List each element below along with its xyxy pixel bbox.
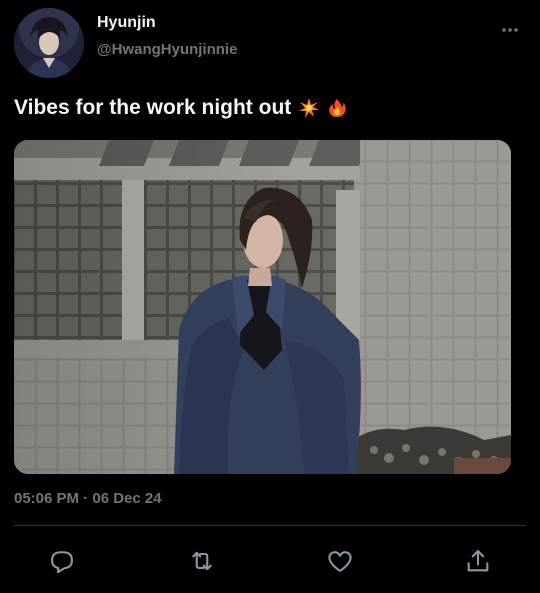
divider [14, 525, 526, 526]
more-options-icon[interactable] [500, 22, 520, 38]
author-display-name[interactable]: Hyunjin [97, 14, 156, 32]
avatar-image [14, 8, 84, 78]
tweet-photo[interactable] [14, 140, 511, 474]
tweet-timestamp[interactable]: 05:06 PM · 06 Dec 24 [14, 490, 162, 507]
reply-icon[interactable] [48, 547, 76, 575]
tweet-text-content: Vibes for the work night out [14, 96, 292, 119]
share-icon[interactable] [464, 547, 492, 575]
like-icon[interactable] [326, 547, 354, 575]
photo-image [14, 140, 511, 474]
author-handle[interactable]: @HwangHyunjinnie [97, 41, 237, 58]
fire-icon [327, 98, 347, 118]
avatar[interactable] [14, 8, 84, 78]
sparkle-explosion-icon [299, 98, 320, 118]
tweet-text: Vibes for the work night out [14, 96, 347, 120]
retweet-icon[interactable] [188, 547, 216, 575]
tweet-detail: Hyunjin @HwangHyunjinnie Vibes for the w… [0, 0, 540, 593]
